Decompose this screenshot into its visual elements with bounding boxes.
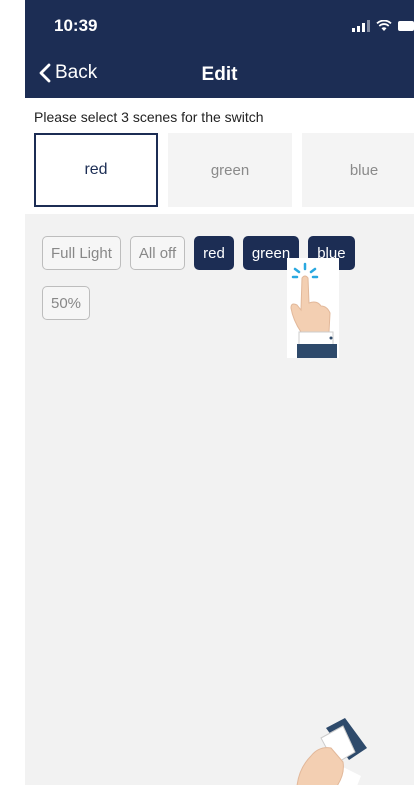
- hand-icon: [296, 718, 367, 785]
- status-icons: [352, 18, 414, 34]
- scene-chip-all-off[interactable]: All off: [129, 236, 186, 270]
- status-time: 10:39: [54, 16, 98, 35]
- page-title: Edit: [201, 64, 238, 85]
- scene-chip-50[interactable]: 50%: [42, 286, 91, 320]
- status-bar: 10:39: [25, 0, 414, 52]
- scene-chip-full-light[interactable]: Full Light: [42, 236, 121, 270]
- instruction-text: Please select 3 scenes for the switch: [34, 109, 264, 125]
- scene-list: Full Light All off red green blue 50%: [42, 236, 402, 320]
- signal-icon: [352, 20, 370, 32]
- slot-selection-panel: Please select 3 scenes for the switch re…: [25, 98, 414, 214]
- app-screen: 10:39 Back Edit Please select 3 scenes f…: [25, 0, 414, 785]
- battery-icon: [398, 21, 414, 31]
- slot-1[interactable]: red: [34, 133, 158, 207]
- scene-chip-red[interactable]: red: [194, 236, 234, 270]
- wifi-icon: [376, 20, 392, 31]
- slot-2[interactable]: green: [168, 133, 292, 207]
- scene-slots: red green blue: [34, 133, 414, 207]
- slot-3[interactable]: blue: [302, 133, 414, 207]
- scene-chip-green[interactable]: green: [242, 236, 300, 270]
- scene-chip-blue[interactable]: blue: [308, 236, 355, 270]
- nav-bar: Back Edit: [25, 52, 414, 98]
